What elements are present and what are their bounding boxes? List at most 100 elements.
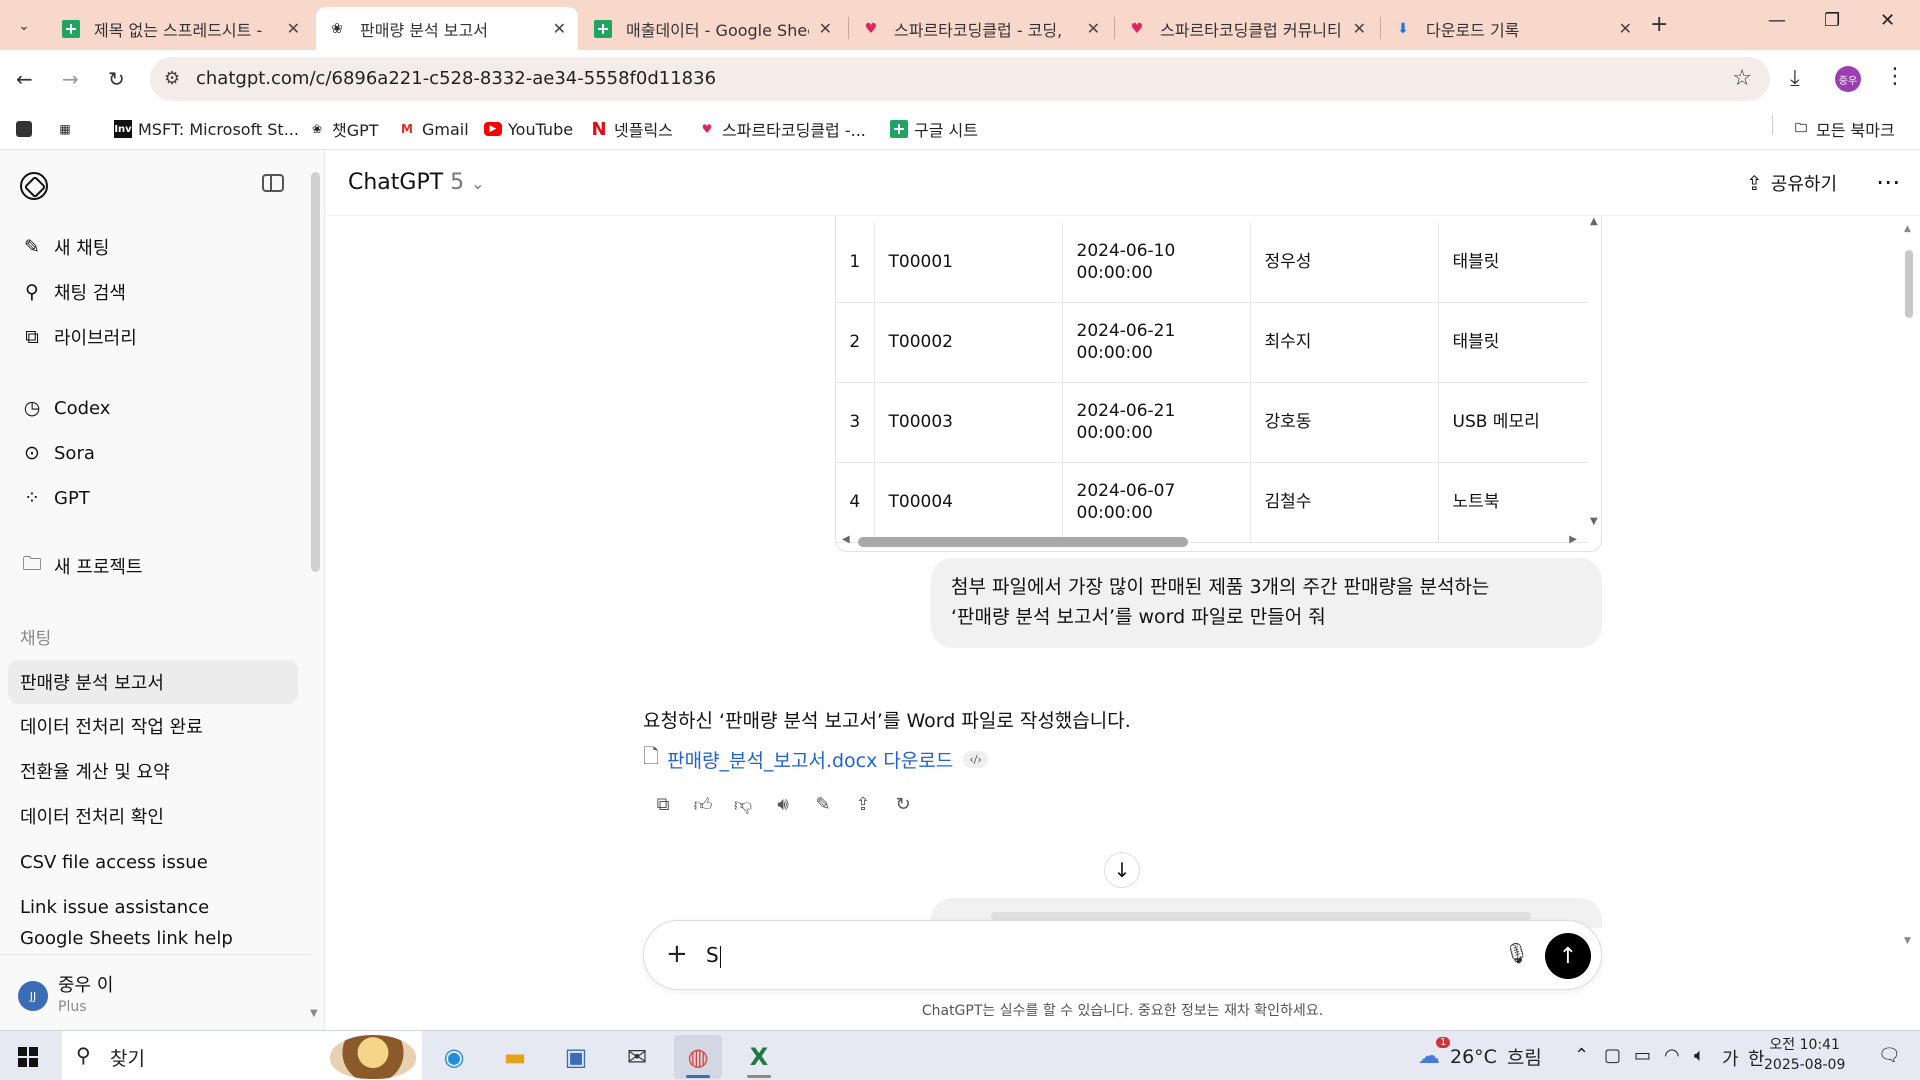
sidebar-item-gpt[interactable]: ⁘ GPT (8, 478, 298, 518)
chrome-icon[interactable]: ◍ (674, 1035, 722, 1079)
ime-mode[interactable]: 가 (1722, 1045, 1739, 1071)
system-clock[interactable]: 오전 10:41 2025-08-09 (1764, 1035, 1845, 1075)
tab-search-chevron-icon[interactable]: ⌄ (8, 12, 40, 40)
scroll-up-arrow-icon[interactable]: ▲ (1590, 216, 1598, 227)
sidebar-item-new-chat[interactable]: ✎ 새 채팅 (8, 227, 298, 267)
message-input[interactable]: S (706, 943, 721, 968)
table-horizontal-scrollbar[interactable]: ◀ ▶ (842, 534, 1577, 548)
scroll-right-arrow-icon[interactable]: ▶ (1569, 534, 1577, 545)
bookmark-msft[interactable]: Inv MSFT: Microsoft St... (114, 116, 299, 142)
code-chip[interactable]: ‹/› (963, 750, 988, 768)
scroll-to-bottom-button[interactable]: ↓ (1104, 852, 1140, 888)
scrollbar-thumb[interactable] (1905, 250, 1913, 318)
url-text[interactable]: chatgpt.com/c/6896a221-c528-8332-ae34-55… (196, 68, 716, 89)
minimize-icon[interactable]: — (1768, 10, 1786, 31)
back-arrow-icon[interactable]: ← (16, 67, 33, 91)
taskbar-search[interactable]: ⚲ 찾기 (62, 1031, 422, 1080)
tray-chevron-up-icon[interactable]: ⌃ (1574, 1045, 1589, 1066)
chat-item[interactable]: 판매량 분석 보고서 (8, 660, 298, 704)
bookmark-square-icon[interactable] (16, 116, 38, 142)
scroll-down-arrow-icon[interactable]: ▼ (310, 1008, 318, 1019)
chat-item[interactable]: CSV file access issue (8, 840, 298, 884)
tab-sales-report[interactable]: ❀ 판매량 분석 보고서 ✕ (316, 7, 578, 50)
new-tab-plus-icon[interactable]: + (1650, 12, 1668, 37)
send-button[interactable]: ↑ (1545, 933, 1591, 979)
wifi-icon[interactable]: ◠ (1664, 1045, 1680, 1066)
mail-icon[interactable]: ✉ (613, 1035, 661, 1079)
tab-sparta-coding[interactable]: ♥ 스파르타코딩클럽 - 코딩, ✕ (850, 7, 1112, 50)
restore-icon[interactable]: ❐ (1824, 10, 1840, 31)
sidebar-item-library[interactable]: ⧉ 라이브러리 (8, 317, 298, 357)
scrollbar-thumb[interactable] (858, 537, 1188, 547)
scroll-up-arrow-icon[interactable]: ▲ (1904, 224, 1911, 234)
window-close-icon[interactable]: ✕ (1880, 10, 1895, 31)
thumbs-down-icon[interactable]: 👎︎ (723, 794, 763, 816)
tab-download-history[interactable]: ⬇ 다운로드 기록 ✕ (1382, 7, 1644, 50)
apps-grid-icon[interactable]: ▦ (56, 116, 80, 142)
bookmark-chatgpt[interactable]: ❀ 챗GPT (308, 116, 379, 142)
share-button[interactable]: ⇪ 공유하기 (1746, 170, 1837, 196)
tab-close-icon[interactable]: ✕ (1087, 19, 1100, 38)
tab-untitled-spreadsheet[interactable]: 제목 없는 스프레드시트 - ✕ (50, 7, 312, 50)
search-highlight-image[interactable] (330, 1035, 416, 1079)
downloads-icon[interactable]: ⤓ (1790, 66, 1800, 91)
openai-logo-icon[interactable] (20, 172, 48, 200)
sidebar-scrollbar[interactable] (311, 172, 320, 572)
message-composer[interactable]: + S 🎙︎ ↑ (643, 920, 1602, 990)
table-vertical-scrollbar[interactable]: ▲ ▼ (1588, 216, 1602, 532)
file-link-label[interactable]: 판매량_분석_보고서.docx 다운로드 (667, 746, 953, 773)
all-bookmarks[interactable]: 🗀 모든 북마크 (1792, 116, 1895, 142)
scroll-down-arrow-icon[interactable]: ▼ (1904, 936, 1911, 946)
scroll-left-arrow-icon[interactable]: ◀ (842, 534, 850, 545)
chat-item[interactable]: Link issue assistance (8, 885, 298, 929)
windows-start-icon[interactable] (18, 1047, 38, 1067)
address-bar[interactable]: ⚙ chatgpt.com/c/6896a221-c528-8332-ae34-… (150, 57, 1770, 101)
bookmark-youtube[interactable]: ▶ YouTube (484, 116, 573, 142)
read-aloud-icon[interactable]: 🔊︎ (763, 794, 803, 816)
microsoft-store-icon[interactable]: ▣ (552, 1035, 600, 1079)
bookmark-gmail[interactable]: M Gmail (398, 116, 469, 142)
scroll-down-arrow-icon[interactable]: ▼ (1590, 516, 1598, 527)
tab-sales-data-sheet[interactable]: 매출데이터 - Google Shee ✕ (582, 7, 844, 50)
profile-avatar[interactable]: 중우 (1835, 66, 1861, 92)
file-explorer-icon[interactable]: ▬ (491, 1035, 539, 1079)
microphone-icon[interactable]: 🎙︎ (1504, 941, 1529, 965)
edge-icon[interactable]: ◉ (430, 1035, 478, 1079)
sidebar-item-new-project[interactable]: 🗀 새 프로젝트 (8, 546, 298, 586)
regenerate-icon[interactable]: ↻ (883, 794, 923, 816)
chat-item[interactable]: 전환율 계산 및 요약 (8, 749, 298, 793)
notifications-icon[interactable]: 🗨︎ (1878, 1045, 1901, 1066)
tab-close-icon[interactable]: ✕ (287, 19, 300, 38)
thumbs-up-icon[interactable]: 👍︎ (683, 794, 723, 816)
more-options-icon[interactable]: ⋯ (1876, 168, 1900, 196)
weather-widget[interactable]: ☁ 1 26°C 흐림 (1418, 1037, 1542, 1070)
tab-close-icon[interactable]: ✕ (1619, 19, 1632, 38)
sidebar-toggle-icon[interactable] (262, 174, 284, 192)
tab-close-icon[interactable]: ✕ (819, 19, 832, 38)
forward-arrow-icon[interactable]: → (62, 67, 79, 91)
sidebar-item-codex[interactable]: ◷ Codex (8, 388, 298, 428)
excel-icon[interactable]: X (735, 1035, 783, 1079)
page-scrollbar[interactable]: ▲ ▼ (1904, 224, 1914, 946)
tab-close-icon[interactable]: ✕ (553, 19, 566, 38)
bookmark-sparta[interactable]: ♥ 스파르타코딩클럽 -... (698, 116, 866, 142)
data-table-preview[interactable]: 1 T00001 2024-06-10 00:00:00 정우성 태블릿 2 T0… (835, 216, 1602, 552)
chat-item[interactable]: 데이터 전처리 확인 (8, 794, 298, 838)
meet-now-icon[interactable]: ▢ (1604, 1045, 1621, 1066)
share-icon[interactable]: ⇪ (843, 794, 883, 816)
bookmark-netflix[interactable]: N 넷플릭스 (590, 116, 672, 142)
add-attachment-icon[interactable]: + (666, 939, 688, 969)
chat-item[interactable]: 데이터 전처리 작업 완료 (8, 704, 298, 748)
copy-icon[interactable]: ⧉ (643, 794, 683, 816)
tab-sparta-community[interactable]: ♥ 스파르타코딩클럽 커뮤니티 ✕ (1116, 7, 1378, 50)
volume-icon[interactable]: 🔈︎ (1694, 1045, 1705, 1066)
sidebar-item-search-chats[interactable]: ⚲ 채팅 검색 (8, 272, 298, 312)
bookmark-star-icon[interactable]: ☆ (1732, 66, 1752, 91)
user-profile[interactable]: JJ 중우 이 Plus (0, 954, 310, 1030)
reload-icon[interactable]: ↻ (108, 67, 125, 91)
tab-close-icon[interactable]: ✕ (1353, 19, 1366, 38)
browser-menu-icon[interactable]: ⋮ (1884, 64, 1906, 89)
sidebar-item-sora[interactable]: ⊙ Sora (8, 433, 298, 473)
ime-language[interactable]: 한 (1748, 1045, 1765, 1071)
site-info-icon[interactable]: ⚙ (164, 68, 180, 89)
